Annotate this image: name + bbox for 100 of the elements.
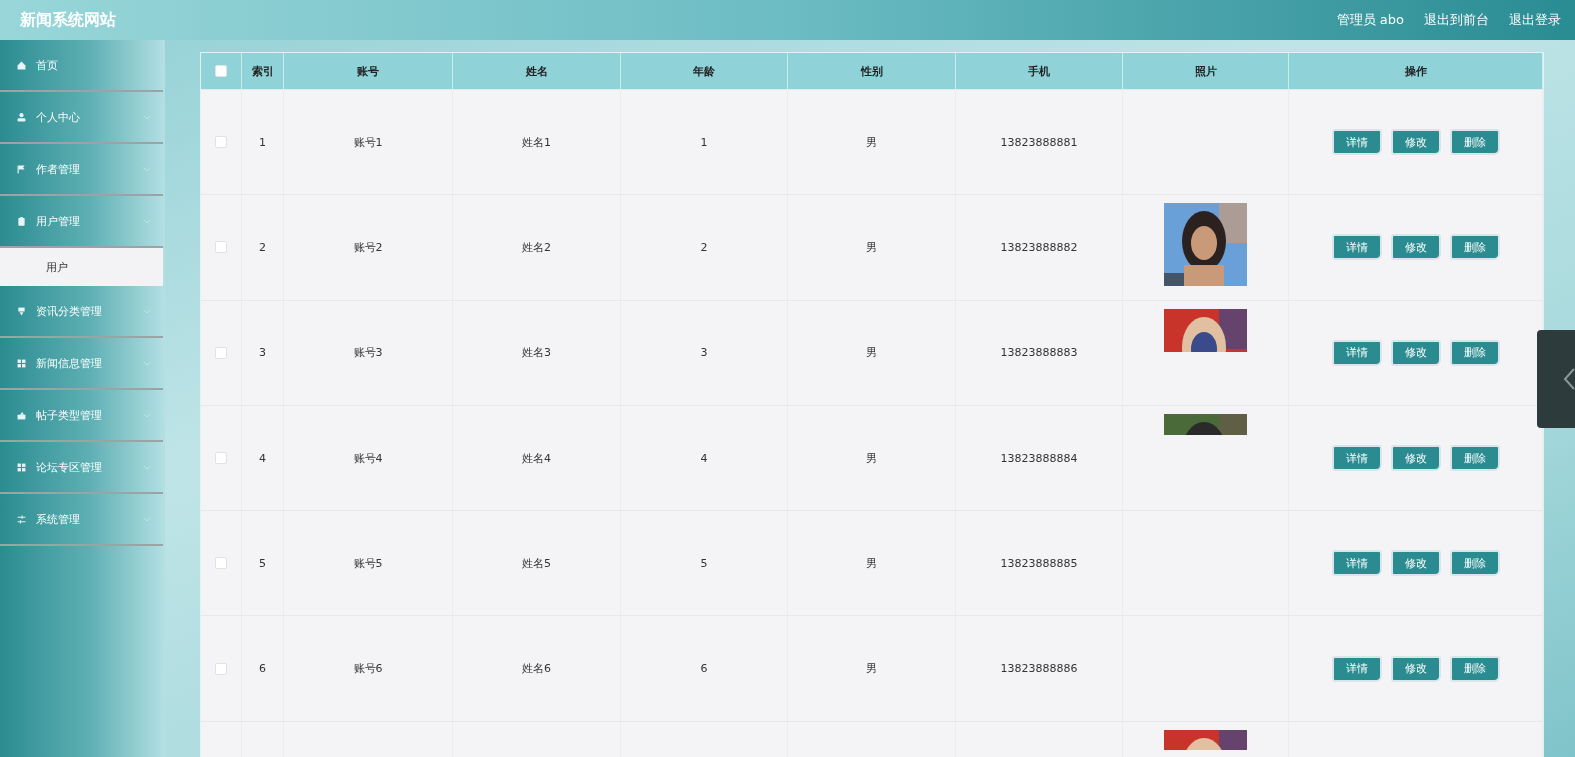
table-cell: 账号2 (353, 239, 383, 255)
header-link[interactable]: 退出到前台 (1424, 11, 1489, 29)
edit-button[interactable]: 修改 (1390, 339, 1441, 366)
delete-button[interactable]: 删除 (1449, 550, 1500, 577)
clipboard-icon (16, 215, 27, 227)
chevron-down-icon (143, 360, 151, 366)
table-cell: 3 (259, 346, 266, 360)
side-panel-toggle[interactable] (1537, 330, 1575, 428)
row-checkbox[interactable] (215, 662, 227, 675)
home-icon (16, 59, 27, 71)
table-cell: 13823888882 (1000, 240, 1078, 254)
sidebar-item[interactable]: 资讯分类管理 (0, 286, 163, 338)
chevron-down-icon (143, 464, 151, 470)
edit-button[interactable]: 修改 (1390, 655, 1441, 682)
table-cell: 5 (259, 556, 266, 570)
header-link[interactable]: 管理员 abo (1336, 11, 1404, 29)
edit-button[interactable]: 修改 (1390, 445, 1441, 472)
column-header: 性别 (788, 53, 956, 89)
chevron-down-icon (143, 114, 151, 120)
table-cell: 1 (259, 135, 266, 149)
table-cell: 男 (866, 239, 877, 255)
sidebar-item[interactable]: 作者管理 (0, 144, 163, 196)
chevron-down-icon (143, 308, 151, 314)
sidebar-label: 用户管理 (36, 213, 81, 229)
delete-button[interactable]: 删除 (1449, 129, 1500, 156)
table-cell: 1 (700, 135, 708, 149)
site-title: 新闻系统网站 (20, 9, 116, 31)
header-link[interactable]: 退出登录 (1509, 11, 1561, 29)
table-cell: 6 (259, 662, 266, 676)
table-cell: 2 (700, 240, 708, 254)
table-cell: 姓名5 (522, 555, 551, 571)
grid-icon (16, 357, 27, 369)
table-cell: 2 (259, 240, 266, 254)
row-checkbox[interactable] (215, 136, 227, 149)
table-cell: 13823888881 (1000, 135, 1078, 149)
flag-icon (16, 163, 27, 175)
sidebar-label: 首页 (36, 57, 59, 73)
sidebar-label: 新闻信息管理 (36, 355, 103, 371)
table-cell: 6 (700, 662, 708, 676)
column-header: 年龄 (621, 53, 788, 89)
table-cell: 5 (700, 556, 708, 570)
delete-button[interactable]: 删除 (1449, 445, 1500, 472)
delete-button[interactable]: 删除 (1449, 655, 1500, 682)
chevron-down-icon (143, 412, 151, 418)
table-cell: 13823888886 (1000, 662, 1078, 676)
details-button[interactable]: 详情 (1331, 234, 1382, 261)
table-cell: 男 (866, 450, 877, 466)
chevron-down-icon (143, 218, 151, 224)
sidebar-item[interactable]: 论坛专区管理 (0, 442, 163, 494)
sidebar-label: 作者管理 (36, 161, 81, 177)
row-checkbox[interactable] (215, 452, 227, 465)
delete-button[interactable]: 删除 (1449, 339, 1500, 366)
delete-button[interactable]: 删除 (1449, 234, 1500, 261)
table-cell: 姓名6 (522, 661, 551, 677)
details-button[interactable]: 详情 (1331, 655, 1382, 682)
sidebar-item[interactable]: 系统管理 (0, 494, 163, 546)
row-checkbox[interactable] (215, 346, 227, 359)
table-cell: 姓名4 (522, 450, 551, 466)
chevron-down-icon (143, 516, 151, 522)
column-header: 索引 (242, 53, 284, 89)
table-cell: 账号4 (353, 450, 383, 466)
column-header: 操作 (1289, 53, 1543, 89)
table-cell: 4 (700, 451, 708, 465)
submenu-item[interactable]: 用户 (0, 248, 163, 286)
details-button[interactable]: 详情 (1331, 129, 1382, 156)
select-all-checkbox[interactable] (215, 65, 227, 77)
table-cell: 男 (866, 134, 877, 150)
sidebar-label: 论坛专区管理 (36, 459, 103, 475)
table-cell: 3 (700, 346, 708, 360)
edit-button[interactable]: 修改 (1390, 234, 1441, 261)
chevron-left-icon (1563, 368, 1575, 390)
sidebar-item[interactable]: 帖子类型管理 (0, 390, 163, 442)
table-cell: 4 (259, 451, 266, 465)
sidebar-item[interactable]: 首页 (0, 40, 163, 92)
edit-button[interactable]: 修改 (1390, 550, 1441, 577)
sidebar-item[interactable]: 新闻信息管理 (0, 338, 163, 390)
table-cell: 男 (866, 345, 877, 361)
table-cell: 姓名1 (522, 134, 551, 150)
table-cell: 账号5 (353, 555, 383, 571)
details-button[interactable]: 详情 (1331, 550, 1382, 577)
table-cell: 13823888884 (1000, 451, 1078, 465)
edit-button[interactable]: 修改 (1390, 129, 1441, 156)
row-checkbox[interactable] (215, 241, 227, 254)
sidebar-label: 资讯分类管理 (36, 303, 103, 319)
column-header: 账号 (284, 53, 453, 89)
grid-icon (16, 461, 27, 473)
row-checkbox[interactable] (215, 557, 227, 570)
table-cell: 男 (866, 555, 877, 571)
table-cell: 13823888883 (1000, 346, 1078, 360)
sidebar-label: 帖子类型管理 (36, 407, 103, 423)
table-cell: 姓名3 (522, 345, 551, 361)
column-header: 姓名 (453, 53, 621, 89)
details-button[interactable]: 详情 (1331, 339, 1382, 366)
sidebar-item[interactable]: 个人中心 (0, 92, 163, 144)
user-icon (16, 111, 27, 123)
sliders-icon (16, 513, 27, 525)
details-button[interactable]: 详情 (1331, 445, 1382, 472)
table-cell: 账号6 (353, 661, 383, 677)
column-header: 照片 (1123, 53, 1289, 89)
sidebar-label: 个人中心 (36, 109, 81, 125)
